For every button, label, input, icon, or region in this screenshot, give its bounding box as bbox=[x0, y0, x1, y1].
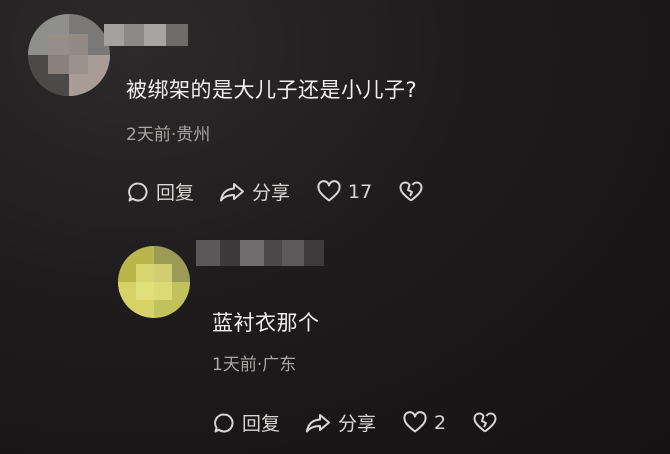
broken-heart-icon bbox=[472, 411, 498, 435]
share-button[interactable]: 分享 bbox=[304, 409, 376, 436]
reply-label: 回复 bbox=[156, 182, 195, 204]
reply-button[interactable]: 回复 bbox=[126, 178, 194, 205]
comment-text: 被绑架的是大儿子还是小儿子? bbox=[126, 78, 418, 102]
like-count: 17 bbox=[348, 180, 373, 203]
comment-actions: 回复 分享 17 bbox=[126, 178, 424, 205]
reply-icon bbox=[212, 411, 236, 435]
share-label: 分享 bbox=[252, 182, 291, 204]
like-button[interactable]: 2 bbox=[402, 410, 447, 435]
heart-icon bbox=[316, 179, 342, 204]
comment-meta: 2天前·贵州 bbox=[126, 125, 211, 145]
username-blurred[interactable] bbox=[104, 24, 188, 46]
like-button[interactable]: 17 bbox=[316, 179, 373, 204]
avatar[interactable] bbox=[118, 246, 190, 318]
share-button[interactable]: 分享 bbox=[218, 178, 290, 205]
comment-meta: 1天前·广东 bbox=[212, 355, 297, 375]
share-label: 分享 bbox=[338, 413, 377, 435]
avatar[interactable] bbox=[28, 14, 110, 96]
heart-icon bbox=[402, 410, 428, 435]
reply-button[interactable]: 回复 bbox=[212, 409, 280, 436]
like-count: 2 bbox=[434, 411, 447, 434]
comment-text: 蓝衬衣那个 bbox=[212, 311, 320, 335]
broken-heart-icon bbox=[398, 180, 424, 204]
comment-actions: 回复 分享 2 bbox=[212, 409, 498, 436]
share-icon bbox=[304, 411, 332, 435]
share-icon bbox=[218, 180, 246, 204]
username-blurred[interactable] bbox=[196, 240, 324, 266]
reply-icon bbox=[126, 180, 150, 204]
dislike-button[interactable] bbox=[472, 411, 498, 435]
dislike-button[interactable] bbox=[398, 180, 424, 204]
reply-label: 回复 bbox=[242, 413, 281, 435]
